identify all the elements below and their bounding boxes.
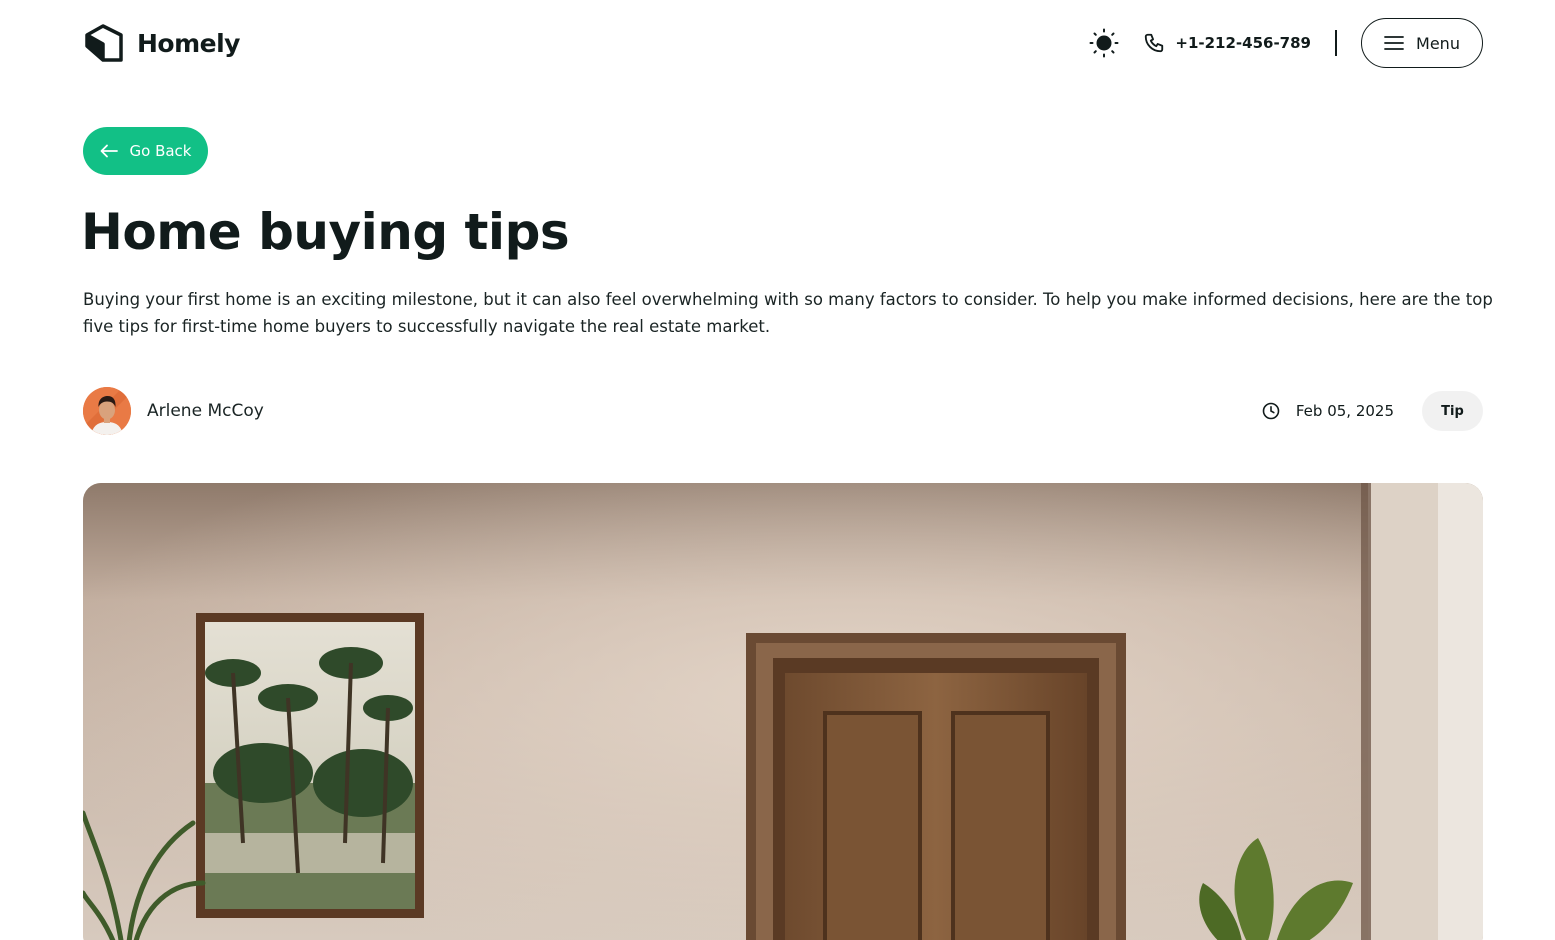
article-meta: Feb 05, 2025 Tip <box>1262 391 1483 431</box>
page-title: Home buying tips <box>81 203 570 261</box>
house-icon <box>85 24 123 62</box>
arrow-left-icon <box>100 144 118 158</box>
theme-toggle[interactable] <box>1087 26 1121 60</box>
sun-icon <box>1089 28 1119 58</box>
phone-link[interactable]: +1-212-456-789 <box>1143 32 1311 54</box>
brand-name: Homely <box>137 28 240 58</box>
author-info: Arlene McCoy <box>83 387 264 435</box>
publish-date: Feb 05, 2025 <box>1262 402 1394 420</box>
go-back-label: Go Back <box>129 142 192 160</box>
phone-icon <box>1145 33 1164 53</box>
clock-icon <box>1262 402 1280 420</box>
menu-label: Menu <box>1416 33 1460 53</box>
header-divider <box>1335 30 1337 56</box>
site-header: Homely +1-212-456-789 Menu <box>83 18 1483 68</box>
go-back-button[interactable]: Go Back <box>83 127 208 175</box>
avatar <box>83 387 131 435</box>
date-text: Feb 05, 2025 <box>1295 402 1394 420</box>
logo[interactable]: Homely <box>83 22 240 64</box>
hero-image <box>83 483 1483 940</box>
menu-button[interactable]: Menu <box>1361 18 1483 68</box>
article-intro: Buying your first home is an exciting mi… <box>83 290 1493 336</box>
phone-number: +1-212-456-789 <box>1175 34 1311 52</box>
hamburger-icon <box>1384 36 1404 50</box>
author-name: Arlene McCoy <box>147 401 264 421</box>
category-tag[interactable]: Tip <box>1422 391 1483 431</box>
header-actions: +1-212-456-789 Menu <box>1087 18 1483 68</box>
